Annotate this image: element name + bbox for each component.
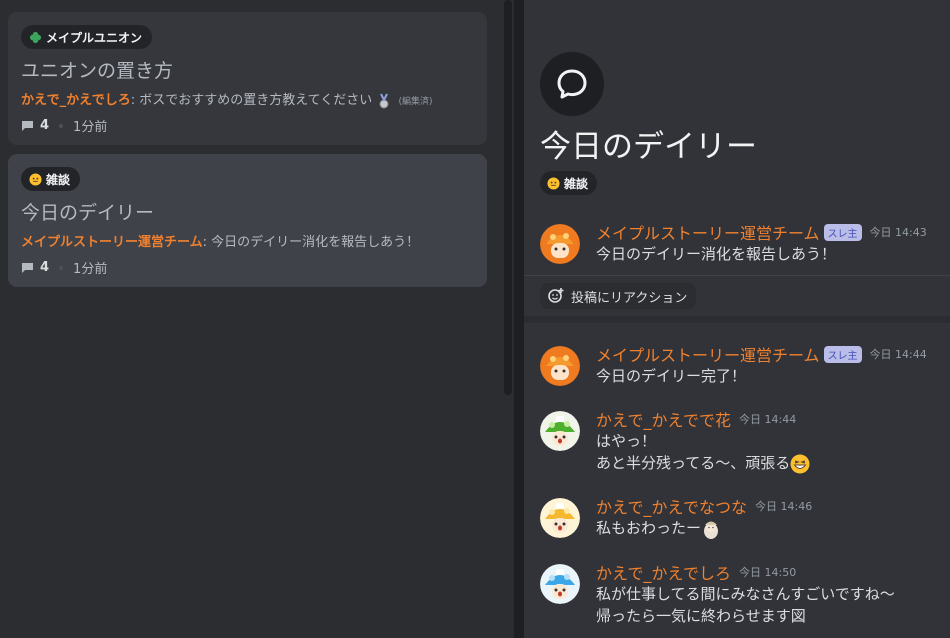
post-meta: 4 1分前	[21, 116, 107, 135]
op-badge: スレ主	[823, 223, 862, 241]
username[interactable]: かえで_かえでなつな	[596, 494, 747, 518]
thread-tag: 雑談	[540, 171, 598, 195]
smiley-icon	[547, 176, 560, 190]
post-time: 1分前	[73, 262, 108, 277]
avatar[interactable]	[540, 224, 580, 264]
yellow-mushroom-avatar-icon	[540, 498, 580, 538]
forum-post-card-selected[interactable]: 雑談 今日のデイリー メイプルストーリー運営チーム: 今日のデイリー消化を報告し…	[8, 154, 487, 287]
message: メイプルストーリー運営チーム スレ主 今日 14:44 今日のデイリー完了！	[540, 345, 940, 390]
post-preview: メイプルストーリー運営チーム: 今日のデイリー消化を報告しあう！	[21, 235, 420, 250]
message-count: 4	[40, 118, 50, 133]
message-line: 私が仕事してる間にみなさんすごいですね〜	[596, 585, 895, 603]
username[interactable]: かえで_かえでで花	[596, 407, 731, 431]
timestamp: 今日 14:43	[869, 226, 927, 239]
add-reaction-label: 投稿にリアクション	[571, 290, 688, 306]
pane-divider[interactable]	[514, 0, 524, 638]
avatar[interactable]	[540, 498, 580, 538]
forum-post-list: メイプルユニオン ユニオンの置き方 かえで_かえでしろ: ボスでおすすめの置き方…	[0, 0, 503, 638]
smiley-icon	[29, 172, 42, 186]
divider-line	[524, 275, 950, 276]
post-time: 1分前	[73, 120, 108, 135]
forum-post-card[interactable]: メイプルユニオン ユニオンの置き方 かえで_かえでしろ: ボスでおすすめの置き方…	[8, 12, 487, 145]
message-text: 私が仕事してる間にみなさんすごいですね〜 帰ったら一気に終わらせます図	[596, 583, 895, 627]
thread-tag-label: 雑談	[564, 176, 589, 191]
message: かえで_かえでしろ 今日 14:50 私が仕事してる間にみなさんすごいですね〜 …	[540, 564, 940, 628]
edited-label: (編集済)	[398, 97, 433, 107]
blue-mushroom-avatar-icon	[540, 564, 580, 604]
post-title: 今日のデイリー	[21, 202, 155, 224]
message-text: 私もおわったー	[596, 517, 721, 539]
message-header: メイプルストーリー運営チーム スレ主 今日 14:44	[596, 342, 927, 366]
mushroom-avatar-icon	[540, 346, 580, 386]
thread-panel: 今日のデイリー 雑談 メイプルストーリー運営チーム スレ主 今日 14:43 今…	[524, 0, 950, 638]
post-tag-label: 雑談	[46, 172, 71, 187]
post-preview-text: ボスでおすすめの置き方教えてください	[139, 93, 373, 108]
message-header: かえで_かえでなつな 今日 14:46	[596, 494, 812, 518]
message-count-icon	[22, 262, 33, 273]
message-count: 4	[40, 260, 50, 275]
timestamp: 今日 14:44	[869, 348, 927, 361]
message-header: メイプルストーリー運営チーム スレ主 今日 14:43	[596, 220, 927, 244]
timestamp: 今日 14:46	[755, 500, 813, 513]
message-text: 今日のデイリー完了！	[596, 367, 747, 385]
message-header: かえで_かえでで花 今日 14:44	[596, 407, 796, 431]
post-tag: 雑談	[21, 167, 81, 191]
thread-title: 今日のデイリー	[540, 129, 757, 165]
post-author: かえで_かえでしろ	[21, 93, 131, 108]
meta-dot	[59, 123, 64, 128]
add-reaction-icon	[548, 288, 564, 303]
avatar[interactable]	[540, 564, 580, 604]
message-line-text: あと半分残ってる〜、頑張る	[596, 454, 791, 472]
divider-band	[524, 316, 950, 323]
message-header: かえで_かえでしろ 今日 14:50	[596, 560, 796, 584]
post-preview-text: 今日のデイリー消化を報告しあう！	[211, 235, 420, 250]
character-sticker-icon	[704, 521, 719, 539]
message-line: はやっ！	[596, 432, 657, 450]
message: かえで_かえでで花 今日 14:44 はやっ！ あと半分残ってる〜、頑張る	[540, 411, 940, 475]
list-scrollbar[interactable]	[504, 0, 512, 395]
username[interactable]: メイプルストーリー運営チーム	[596, 342, 820, 366]
message-count-icon	[22, 120, 33, 131]
message-line: あと半分残ってる〜、頑張る	[596, 452, 810, 474]
meta-dot	[59, 265, 64, 270]
message-text: はやっ！ あと半分残ってる〜、頑張る	[596, 430, 810, 474]
thread-icon	[540, 52, 604, 116]
message-line: 帰ったら一気に終わらせます図	[596, 607, 806, 625]
post-meta: 4 1分前	[21, 258, 107, 277]
message-line-text: 私もおわったー	[596, 519, 702, 537]
op-message: メイプルストーリー運営チーム スレ主 今日 14:43 今日のデイリー消化を報告…	[540, 223, 940, 268]
clover-icon	[29, 31, 42, 43]
post-preview: かえで_かえでしろ: ボスでおすすめの置き方教えてください (編集済)	[21, 93, 433, 108]
timestamp: 今日 14:50	[739, 566, 797, 579]
post-title: ユニオンの置き方	[21, 60, 174, 82]
username[interactable]: かえで_かえでしろ	[596, 560, 731, 584]
message: かえで_かえでなつな 今日 14:46 私もおわったー	[540, 498, 940, 542]
avatar[interactable]	[540, 346, 580, 386]
post-tag: メイプルユニオン	[21, 25, 153, 49]
grinning-emoji-icon	[790, 454, 810, 473]
timestamp: 今日 14:44	[739, 413, 797, 426]
username[interactable]: メイプルストーリー運営チーム	[596, 220, 820, 244]
chat-bubble-icon	[557, 69, 587, 99]
post-tag-label: メイプルユニオン	[46, 30, 143, 45]
add-reaction-button[interactable]: 投稿にリアクション	[540, 283, 697, 309]
avatar[interactable]	[540, 411, 580, 451]
message-text: 今日のデイリー消化を報告しあう！	[596, 245, 837, 263]
op-badge: スレ主	[823, 345, 862, 363]
green-mushroom-avatar-icon	[540, 411, 580, 451]
post-author: メイプルストーリー運営チーム	[21, 235, 203, 250]
medal-emoji-icon	[379, 93, 389, 108]
mushroom-avatar-icon	[540, 224, 580, 264]
